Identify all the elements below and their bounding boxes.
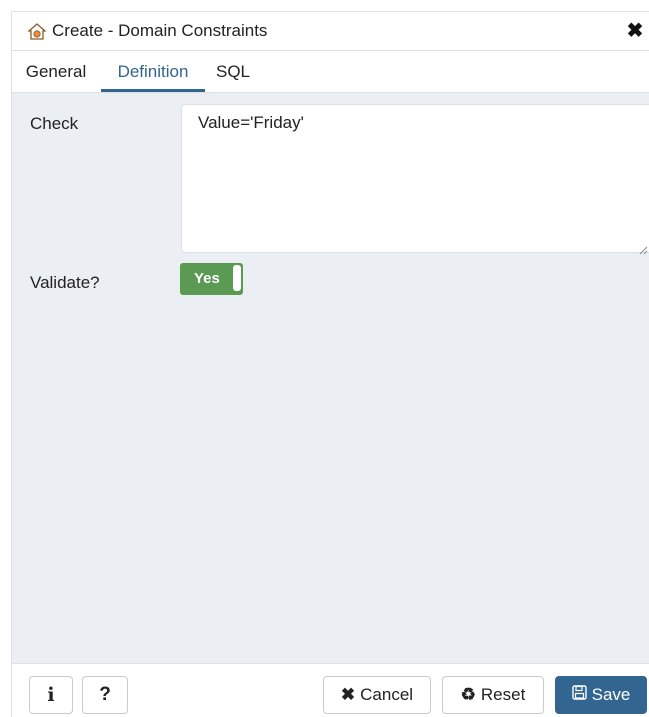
create-domain-constraints-dialog: Create - Domain Constraints ✖ General De… xyxy=(11,11,649,717)
check-label: Check xyxy=(30,114,79,133)
dialog-titlebar[interactable]: Create - Domain Constraints ✖ xyxy=(12,12,649,51)
validate-toggle-text: Yes xyxy=(194,270,220,287)
validate-label: Validate? xyxy=(30,273,100,292)
help-button[interactable]: ? xyxy=(82,676,128,714)
close-icon: ✖ xyxy=(340,685,356,704)
dialog-footer: i ? ✖ Cancel ♻ Reset Save xyxy=(12,663,649,717)
check-textarea[interactable]: Value='Friday' xyxy=(181,104,649,255)
check-value: Value='Friday' xyxy=(198,113,304,132)
help-icon: ? xyxy=(99,684,111,705)
reset-label: Reset xyxy=(480,685,526,704)
definition-panel: Check Value='Friday' Validate? Yes xyxy=(12,93,649,663)
tab-definition[interactable]: Definition xyxy=(101,51,205,92)
info-icon: i xyxy=(47,684,55,706)
save-icon xyxy=(571,685,587,705)
reset-button[interactable]: ♻ Reset xyxy=(442,676,544,714)
cancel-button[interactable]: ✖ Cancel xyxy=(323,676,431,714)
save-button[interactable]: Save xyxy=(555,676,647,714)
save-label: Save xyxy=(591,685,631,704)
dialog-title: Create - Domain Constraints xyxy=(52,21,268,40)
tab-bar: General Definition SQL xyxy=(12,51,649,93)
toggle-knob xyxy=(233,265,241,291)
resize-grip-icon[interactable] xyxy=(638,240,648,255)
tab-sql[interactable]: SQL xyxy=(205,51,261,92)
validate-toggle[interactable]: Yes xyxy=(180,263,243,295)
close-icon[interactable]: ✖ xyxy=(625,20,645,42)
recycle-icon: ♻ xyxy=(460,685,476,704)
domain-constraint-icon xyxy=(27,23,47,41)
cancel-label: Cancel xyxy=(360,685,414,704)
info-button[interactable]: i xyxy=(29,676,73,714)
tab-general[interactable]: General xyxy=(12,51,100,92)
